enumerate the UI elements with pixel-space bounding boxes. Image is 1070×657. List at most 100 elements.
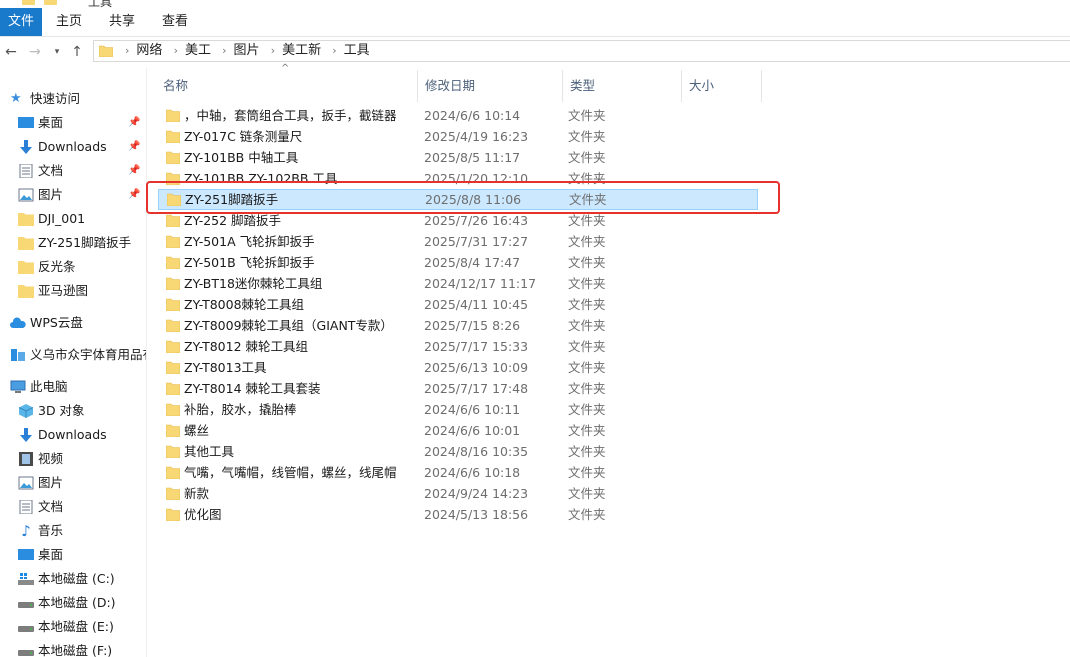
column-name[interactable]: 名称 xyxy=(155,70,417,102)
file-type: 文件夹 xyxy=(568,444,606,459)
folder-icon xyxy=(166,382,180,395)
column-size[interactable]: 大小 xyxy=(681,70,761,102)
file-date: 2024/6/6 10:14 xyxy=(424,108,521,123)
breadcrumb-item[interactable]: 美工 xyxy=(185,43,211,58)
file-date: 2025/7/15 8:26 xyxy=(424,318,521,333)
file-row[interactable]: ZY-501B 飞轮拆卸扳手 2025/8/4 17:47 文件夹 xyxy=(158,252,758,273)
pin-icon[interactable]: 📌 xyxy=(128,136,140,158)
sidebar-item-company-drive[interactable]: 义乌市众宇体育用品有 xyxy=(10,344,146,366)
file-row[interactable]: 其他工具 2024/8/16 10:35 文件夹 xyxy=(158,441,758,462)
folder-icon xyxy=(18,285,34,298)
file-row[interactable]: 螺丝 2024/6/6 10:01 文件夹 xyxy=(158,420,758,441)
folder-icon xyxy=(18,237,34,250)
folder-icon xyxy=(166,445,180,458)
file-row[interactable]: ZY-T8009棘轮工具组（GIANT专款） 2025/7/15 8:26 文件… xyxy=(158,315,758,336)
file-row[interactable]: ZY-101BB ZY-102BB 工具 2025/1/20 12:10 文件夹 xyxy=(158,168,758,189)
file-date: 2024/6/6 10:01 xyxy=(424,423,521,438)
pane-divider[interactable] xyxy=(146,68,147,657)
file-row-selected[interactable]: ZY-251脚踏扳手 2025/8/8 11:06 文件夹 xyxy=(158,189,758,210)
download-arrow-icon xyxy=(20,140,32,154)
file-row[interactable]: ZY-252 脚踏扳手 2025/7/26 16:43 文件夹 xyxy=(158,210,758,231)
file-date: 2025/7/17 15:33 xyxy=(424,339,529,354)
tab-share[interactable]: 共享 xyxy=(109,8,135,36)
folder-icon xyxy=(166,235,180,248)
tab-view[interactable]: 查看 xyxy=(162,8,188,36)
file-name: ZY-252 脚踏扳手 xyxy=(184,213,282,228)
file-row[interactable]: ZY-T8008棘轮工具组 2025/4/11 10:45 文件夹 xyxy=(158,294,758,315)
file-row[interactable]: ZY-BT18迷你棘轮工具组 2024/12/17 11:17 文件夹 xyxy=(158,273,758,294)
pin-icon[interactable]: 📌 xyxy=(128,160,140,182)
breadcrumb-item[interactable]: 工具 xyxy=(344,43,370,58)
download-arrow-icon xyxy=(20,428,32,442)
column-type[interactable]: 类型 xyxy=(562,70,681,102)
file-row[interactable]: ZY-501A 飞轮拆卸扳手 2025/7/31 17:27 文件夹 xyxy=(158,231,758,252)
file-type: 文件夹 xyxy=(568,381,606,396)
folder-icon xyxy=(166,508,180,521)
file-type: 文件夹 xyxy=(568,423,606,438)
file-name: ZY-T8012 棘轮工具组 xyxy=(184,339,308,354)
chevron-right-icon: › xyxy=(222,44,227,57)
chevron-right-icon: › xyxy=(332,44,337,57)
file-row[interactable]: ZY-101BB 中轴工具 2025/8/5 11:17 文件夹 xyxy=(158,147,758,168)
column-divider[interactable] xyxy=(761,70,762,102)
file-row[interactable]: 新款 2024/9/24 14:23 文件夹 xyxy=(158,483,758,504)
folder-icon xyxy=(166,340,180,353)
file-name: ZY-BT18迷你棘轮工具组 xyxy=(184,276,323,291)
folder-icon xyxy=(166,403,180,416)
file-name: ZY-101BB ZY-102BB 工具 xyxy=(184,171,338,186)
desktop-icon xyxy=(18,549,34,560)
file-name: ZY-017C 链条测量尺 xyxy=(184,129,303,144)
file-row[interactable]: 补胎，胶水，撬胎棒 2024/6/6 10:11 文件夹 xyxy=(158,399,758,420)
address-bar[interactable]: › 网络 › 美工 › 图片 › 美工新 › 工具 xyxy=(93,40,1070,62)
column-header: ^ 名称 修改日期 类型 大小 xyxy=(147,63,1070,102)
pin-icon[interactable]: 📌 xyxy=(128,184,140,206)
column-date[interactable]: 修改日期 xyxy=(417,70,562,102)
up-arrow-icon[interactable]: ↑ xyxy=(66,41,88,63)
file-type: 文件夹 xyxy=(568,297,606,312)
file-type: 文件夹 xyxy=(568,507,606,522)
chevron-right-icon: › xyxy=(125,44,130,57)
recent-locations-chevron-icon[interactable]: ▾ xyxy=(46,41,68,63)
file-row[interactable]: 优化图 2024/5/13 18:56 文件夹 xyxy=(158,504,758,525)
file-row[interactable]: ZY-T8013工具 2025/6/13 10:09 文件夹 xyxy=(158,357,758,378)
hard-drive-icon xyxy=(18,626,34,632)
file-name: ZY-T8009棘轮工具组（GIANT专款） xyxy=(184,318,393,333)
back-arrow-icon[interactable]: ← xyxy=(0,41,22,63)
breadcrumb-item[interactable]: 网络 xyxy=(136,43,162,58)
navigation-bar: ← → ▾ ↑ › 网络 › 美工 › 图片 › 美工新 › 工具 xyxy=(0,36,1070,68)
folder-icon xyxy=(166,487,180,500)
file-type: 文件夹 xyxy=(568,360,606,375)
file-date: 2025/8/5 11:17 xyxy=(424,150,521,165)
file-row[interactable]: 气嘴，气嘴帽，线管帽，螺丝，线尾帽 2024/6/6 10:18 文件夹 xyxy=(158,462,758,483)
breadcrumb-item[interactable]: 美工新 xyxy=(282,43,321,58)
file-name: ZY-T8014 棘轮工具套装 xyxy=(184,381,321,396)
file-type: 文件夹 xyxy=(568,108,606,123)
desktop-icon xyxy=(18,117,34,128)
file-name: ZY-T8013工具 xyxy=(184,360,267,375)
file-name: 其他工具 xyxy=(184,444,235,459)
picture-icon xyxy=(18,476,34,490)
document-icon xyxy=(19,500,33,514)
tab-file[interactable]: 文件 xyxy=(0,8,42,36)
file-type: 文件夹 xyxy=(568,234,606,249)
breadcrumb-item[interactable]: 图片 xyxy=(234,43,260,58)
file-type: 文件夹 xyxy=(568,486,606,501)
folder-icon xyxy=(166,319,180,332)
forward-arrow-icon[interactable]: → xyxy=(24,41,46,63)
tab-home[interactable]: 主页 xyxy=(56,8,82,36)
chevron-right-icon: › xyxy=(270,44,276,57)
file-date: 2024/12/17 11:17 xyxy=(424,276,537,291)
file-date: 2025/8/4 17:47 xyxy=(424,255,521,270)
pin-icon[interactable]: 📌 xyxy=(128,112,140,134)
file-row[interactable]: ZY-T8012 棘轮工具组 2025/7/17 15:33 文件夹 xyxy=(158,336,758,357)
star-icon: ★ xyxy=(10,91,22,106)
picture-icon xyxy=(18,188,34,202)
file-row[interactable]: ZY-T8014 棘轮工具套装 2025/7/17 17:48 文件夹 xyxy=(158,378,758,399)
file-date: 2025/7/17 17:48 xyxy=(424,381,529,396)
file-type: 文件夹 xyxy=(569,192,607,207)
folder-icon xyxy=(167,193,181,206)
file-row[interactable]: ZY-017C 链条测量尺 2025/4/19 16:23 文件夹 xyxy=(158,126,758,147)
cloud-icon xyxy=(10,317,26,328)
file-row[interactable]: ，中轴，套筒组合工具，扳手，截链器 2024/6/6 10:14 文件夹 xyxy=(158,105,758,126)
ribbon: 文件 主页 共享 查看 xyxy=(0,8,1070,37)
